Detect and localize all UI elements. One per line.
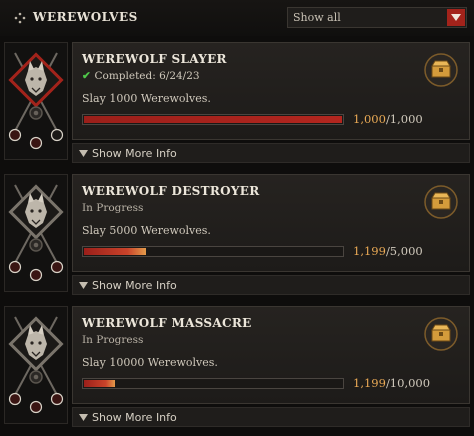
progress-current: 1,000 [353, 112, 386, 126]
chest-icon[interactable] [423, 52, 459, 88]
diamond-dots-icon [14, 12, 26, 24]
achievement-status-text: In Progress [82, 202, 144, 214]
achievement-badge-panel [4, 42, 68, 160]
achievement-description: Slay 1000 Werewolves. [82, 92, 211, 105]
dropdown-arrow-button[interactable] [447, 9, 465, 26]
progress-bar-fill [84, 116, 342, 123]
progress-bar [82, 246, 344, 257]
chest-icon[interactable] [423, 316, 459, 352]
progress-bar [82, 378, 344, 389]
achievement-card: WEREWOLF DESTROYER In Progress Slay 5000… [0, 172, 474, 298]
achievement-status: In Progress [82, 334, 143, 346]
progress-bar-fill [84, 380, 115, 387]
triangle-down-icon [79, 282, 88, 289]
achievement-detail-panel: WEREWOLF SLAYER ✔ Completed: 6/24/23 Sla… [72, 42, 470, 140]
filter-dropdown[interactable]: Show all [287, 7, 467, 28]
achievement-badge-panel [4, 306, 68, 424]
progress-total: /1,000 [385, 112, 423, 126]
achievement-card: WEREWOLF MASSACRE In Progress Slay 10000… [0, 304, 474, 430]
achievement-status: ✔ Completed: 6/24/23 [82, 70, 200, 82]
show-more-info-label: Show More Info [92, 411, 177, 424]
progress-current: 1,199 [353, 244, 386, 258]
achievement-title: WEREWOLF SLAYER [82, 52, 227, 66]
achievement-description: Slay 10000 Werewolves. [82, 356, 218, 369]
triangle-down-icon [79, 414, 88, 421]
category-header: WEREWOLVES Show all [0, 0, 474, 36]
chevron-down-icon [451, 14, 461, 21]
achievement-title: WEREWOLF DESTROYER [82, 184, 260, 198]
chest-icon[interactable] [423, 184, 459, 220]
wolf-crest-icon [8, 184, 64, 282]
achievement-title: WEREWOLF MASSACRE [82, 316, 252, 330]
achievement-detail-panel: WEREWOLF DESTROYER In Progress Slay 5000… [72, 174, 470, 272]
achievement-detail-panel: WEREWOLF MASSACRE In Progress Slay 10000… [72, 306, 470, 404]
progress-count: 1,000/1,000 [353, 112, 423, 126]
achievement-status-text: Completed: 6/24/23 [94, 70, 200, 82]
check-icon: ✔ [82, 70, 95, 82]
show-more-info-button[interactable]: Show More Info [72, 407, 470, 427]
progress-count: 1,199/10,000 [353, 376, 430, 390]
filter-selected-value: Show all [293, 11, 341, 24]
wolf-crest-icon [8, 52, 64, 150]
progress-total: /10,000 [385, 376, 431, 390]
show-more-info-label: Show More Info [92, 279, 177, 292]
progress-bar [82, 114, 344, 125]
achievement-status: In Progress [82, 202, 143, 214]
progress-count: 1,199/5,000 [353, 244, 423, 258]
wolf-crest-icon [8, 316, 64, 414]
show-more-info-button[interactable]: Show More Info [72, 275, 470, 295]
show-more-info-button[interactable]: Show More Info [72, 143, 470, 163]
progress-bar-fill [84, 248, 146, 255]
achievement-description: Slay 5000 Werewolves. [82, 224, 211, 237]
show-more-info-label: Show More Info [92, 147, 177, 160]
achievement-status-text: In Progress [82, 334, 144, 346]
progress-total: /5,000 [385, 244, 423, 258]
achievement-card: WEREWOLF SLAYER ✔ Completed: 6/24/23 Sla… [0, 40, 474, 166]
category-title: WEREWOLVES [33, 10, 138, 24]
progress-current: 1,199 [353, 376, 386, 390]
triangle-down-icon [79, 150, 88, 157]
achievement-badge-panel [4, 174, 68, 292]
